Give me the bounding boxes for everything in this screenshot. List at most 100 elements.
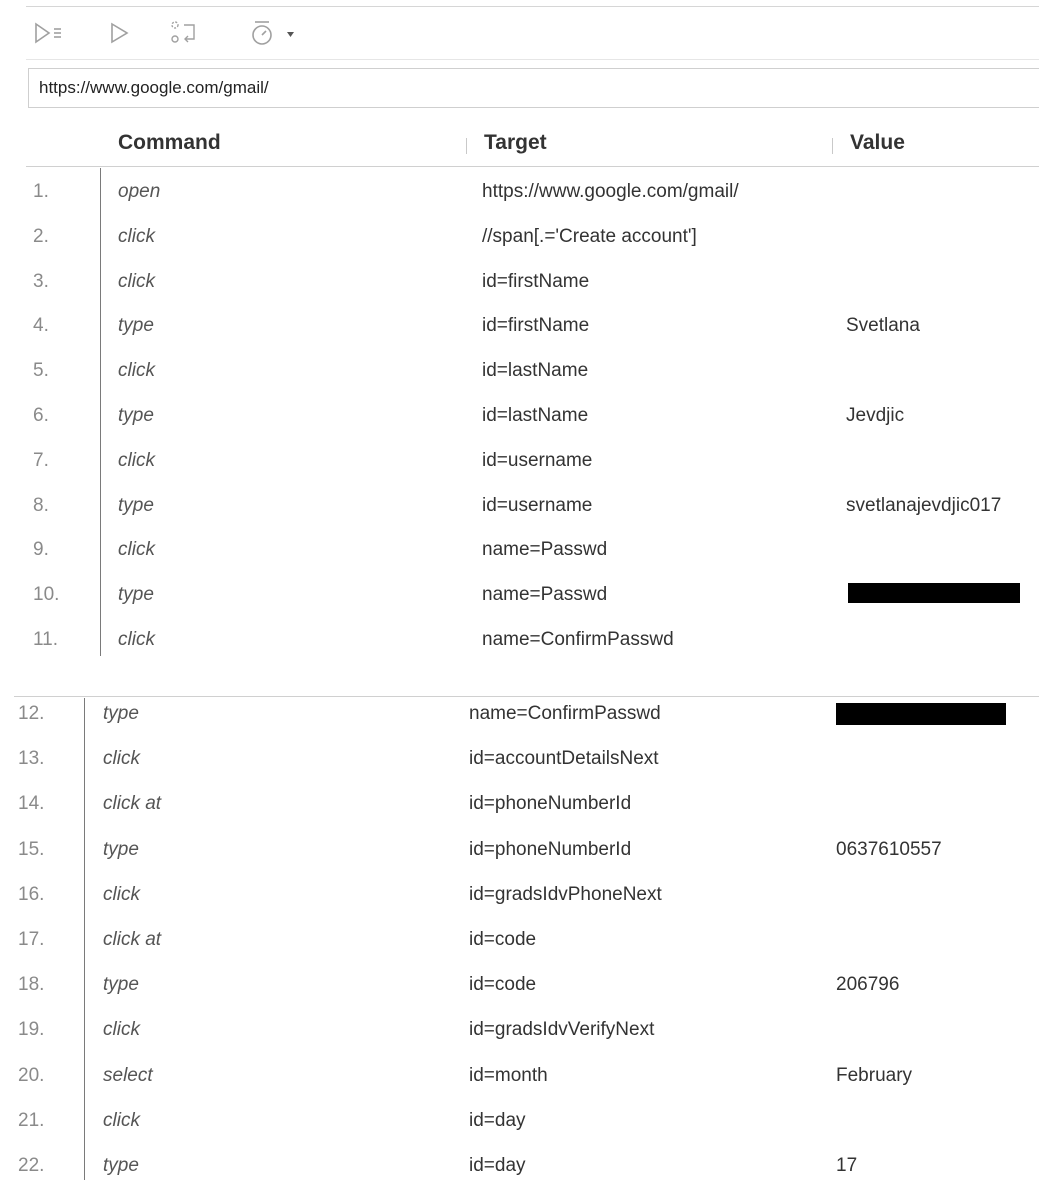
redacted-value-block xyxy=(836,703,1006,725)
row-command: type xyxy=(103,974,139,996)
table-row[interactable]: 14. click at id=phoneNumberId xyxy=(0,781,1039,825)
header-target: Target xyxy=(484,131,547,154)
row-number: 9. xyxy=(33,539,49,561)
header-value: Value xyxy=(850,131,905,154)
row-command: click xyxy=(118,360,155,382)
row-target: id=code xyxy=(469,974,537,996)
test-speed-icon[interactable] xyxy=(250,17,302,49)
row-value: 206796 xyxy=(836,974,900,996)
table-row[interactable]: 2. click //span[.='Create account'] xyxy=(0,214,1039,258)
row-target: id=accountDetailsNext xyxy=(469,748,659,770)
column-divider[interactable] xyxy=(832,138,833,154)
row-command: type xyxy=(103,703,139,724)
table-row[interactable]: 16. click id=gradsIdvPhoneNext xyxy=(0,872,1039,916)
table-row[interactable]: 19. click id=gradsIdvVerifyNext xyxy=(0,1007,1039,1051)
row-number: 22. xyxy=(18,1155,45,1176)
toolbar xyxy=(26,6,1039,60)
row-value: 0637610557 xyxy=(836,838,942,860)
row-command: click xyxy=(118,629,155,650)
row-number: 11. xyxy=(33,629,59,650)
row-target: id=username xyxy=(482,494,593,516)
row-command: click at xyxy=(103,793,162,815)
row-number: 17. xyxy=(18,929,45,950)
row-command: open xyxy=(118,181,161,202)
table-row[interactable]: 22. type id=day 17 xyxy=(0,1143,1039,1187)
row-number: 14. xyxy=(18,793,45,815)
row-target: id=code xyxy=(469,929,537,950)
row-command: click xyxy=(103,1109,140,1131)
row-command: click at xyxy=(103,929,162,950)
step-over-icon[interactable] xyxy=(170,17,200,49)
redacted-value-block xyxy=(848,583,1020,603)
row-number: 12. xyxy=(18,703,45,724)
table-row[interactable]: 17. click at id=code xyxy=(0,917,1039,961)
table-row[interactable]: 7. click id=username xyxy=(0,438,1039,482)
table-header: Command Target Value xyxy=(26,124,1039,167)
table-row[interactable]: 8. type id=username svetlanajevdjic017 xyxy=(0,483,1039,527)
table-row[interactable]: 11. click name=ConfirmPasswd xyxy=(0,617,1039,661)
row-target: name=ConfirmPasswd xyxy=(469,703,661,724)
row-command: type xyxy=(118,584,154,606)
row-target: id=month xyxy=(469,1064,548,1086)
row-number: 4. xyxy=(33,315,49,337)
row-number: 20. xyxy=(18,1064,45,1086)
row-target: name=Passwd xyxy=(482,584,608,606)
row-value: Svetlana xyxy=(846,315,920,337)
row-command: type xyxy=(118,315,154,337)
table-row[interactable]: 3. click id=firstName xyxy=(0,259,1039,303)
header-command: Command xyxy=(118,131,221,154)
table-row[interactable]: 4. type id=firstName Svetlana xyxy=(0,303,1039,347)
row-value: svetlanajevdjic017 xyxy=(846,494,1002,516)
row-value: February xyxy=(836,1064,913,1086)
row-command: type xyxy=(103,1155,139,1176)
row-target: id=username xyxy=(482,449,593,471)
row-number: 6. xyxy=(33,405,49,426)
row-target: id=gradsIdvPhoneNext xyxy=(469,883,662,905)
row-number: 21. xyxy=(18,1109,45,1131)
row-target: id=phoneNumberId xyxy=(469,838,632,860)
row-target: id=lastName xyxy=(482,360,589,382)
row-number: 15. xyxy=(18,838,45,860)
row-number: 3. xyxy=(33,270,49,292)
row-command: click xyxy=(118,225,155,247)
row-number: 18. xyxy=(18,974,45,996)
row-command: click xyxy=(118,539,155,561)
row-target: name=Passwd xyxy=(482,539,608,561)
row-number: 2. xyxy=(33,225,49,247)
table-row[interactable]: 9. click name=Passwd xyxy=(0,527,1039,571)
base-url-input[interactable]: https://www.google.com/gmail/ xyxy=(28,68,1039,108)
row-command: click xyxy=(118,449,155,471)
row-number: 16. xyxy=(18,883,45,905)
row-target: id=day xyxy=(469,1109,526,1131)
run-current-test-icon[interactable] xyxy=(108,17,136,49)
run-all-tests-icon[interactable] xyxy=(34,17,70,49)
column-divider[interactable] xyxy=(466,138,467,154)
table-row[interactable]: 18. type id=code 206796 xyxy=(0,962,1039,1006)
table-row[interactable]: 13. click id=accountDetailsNext xyxy=(0,736,1039,780)
table-row[interactable]: 5. click id=lastName xyxy=(0,348,1039,392)
row-target: name=ConfirmPasswd xyxy=(482,629,674,650)
row-command: click xyxy=(103,883,140,905)
row-target: id=gradsIdvVerifyNext xyxy=(469,1019,655,1041)
row-target: //span[.='Create account'] xyxy=(482,225,697,247)
row-command: click xyxy=(103,748,140,770)
table-row[interactable]: 6. type id=lastName Jevdjic xyxy=(0,393,1039,437)
row-number: 8. xyxy=(33,494,49,516)
table-row[interactable]: 1. open https://www.google.com/gmail/ xyxy=(0,169,1039,213)
row-target: id=phoneNumberId xyxy=(469,793,632,815)
row-command: type xyxy=(118,405,154,426)
row-command: click xyxy=(118,270,155,292)
row-command: click xyxy=(103,1019,140,1041)
row-command: select xyxy=(103,1064,153,1086)
row-number: 7. xyxy=(33,449,49,471)
table-row[interactable]: 15. type id=phoneNumberId 0637610557 xyxy=(0,827,1039,871)
row-target: id=firstName xyxy=(482,315,590,337)
row-command: type xyxy=(118,494,154,516)
row-target: id=lastName xyxy=(482,405,589,426)
row-number: 19. xyxy=(18,1019,45,1041)
table-row[interactable]: 20. select id=month February xyxy=(0,1053,1039,1097)
row-target: https://www.google.com/gmail/ xyxy=(482,181,739,202)
row-target: id=firstName xyxy=(482,270,590,292)
row-number: 1. xyxy=(33,181,49,202)
table-row[interactable]: 21. click id=day xyxy=(0,1098,1039,1142)
